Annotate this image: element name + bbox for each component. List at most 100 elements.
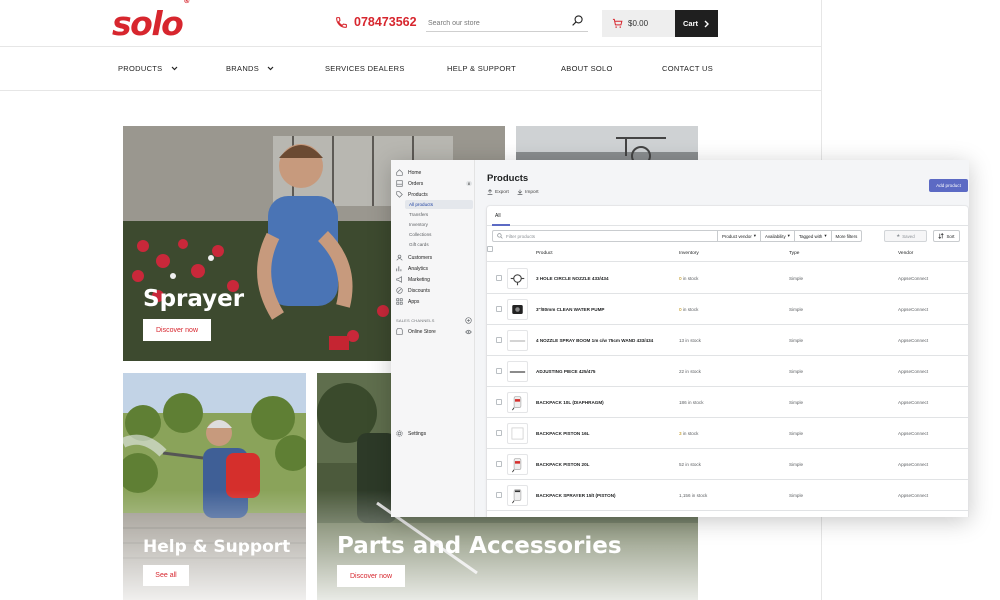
add-channel-icon[interactable] — [465, 317, 472, 324]
table-row[interactable]: 3"/80mm CLEAN WATER PUMP 0 in stock Simp… — [487, 294, 968, 325]
row-checkbox[interactable] — [496, 492, 502, 498]
table-row[interactable]: BACKPACK PISTON 20L 52 in stock Simple A… — [487, 449, 968, 480]
solo-logo[interactable]: solo® — [112, 0, 190, 43]
filter-availability[interactable]: Availability ▾ — [761, 230, 795, 242]
cart-icon — [612, 18, 623, 28]
sprayer-title: Sprayer — [143, 286, 245, 312]
sidebar-item-apps[interactable]: Apps — [396, 297, 472, 306]
product-name[interactable]: BACKPACK PISTON 20L — [536, 462, 589, 467]
search-input[interactable] — [426, 14, 556, 33]
product-name[interactable]: 4 NOZZLE SPRAY BOOM 1m c/w 75cm WAND 433… — [536, 338, 653, 343]
phone-number[interactable]: 078473562 — [354, 15, 417, 29]
nav-products[interactable]: PRODUCTS — [118, 64, 178, 73]
sidebar-subitem-all-products[interactable]: All products — [405, 200, 473, 209]
row-checkbox[interactable] — [496, 368, 502, 374]
export-button[interactable]: Export — [487, 189, 509, 195]
eye-icon[interactable] — [465, 329, 472, 335]
search-icon[interactable] — [571, 14, 584, 27]
backpack-sprayer-image — [512, 396, 522, 411]
inventory-suffix: in stock — [686, 400, 704, 405]
row-checkbox[interactable] — [496, 306, 502, 312]
phone-contact[interactable]: 078473562 — [335, 15, 417, 29]
table-row[interactable]: 4 NOZZLE SPRAY BOOM 1m c/w 75cm WAND 433… — [487, 325, 968, 356]
add-product-button[interactable]: Add product — [929, 179, 968, 192]
cart-total-amount: $0.00 — [628, 19, 649, 28]
placeholder-image — [511, 427, 524, 440]
sidebar-item-orders[interactable]: Orders 8 — [396, 179, 472, 188]
spray-boom-image — [509, 340, 526, 341]
sort-button[interactable]: Sort — [933, 230, 960, 242]
sprayer-discover-button[interactable]: Discover now — [143, 319, 211, 341]
nav-help-support[interactable]: HELP & SUPPORT — [447, 64, 516, 73]
orders-count-badge: 8 — [465, 181, 472, 186]
sidebar-subitem-inventory[interactable]: Inventory — [409, 220, 472, 229]
sidebar-item-home[interactable]: Home — [396, 168, 472, 177]
product-thumbnail — [507, 392, 528, 413]
sidebar-subitem-gift-cards[interactable]: Gift cards — [409, 240, 472, 249]
import-button[interactable]: Import — [517, 189, 539, 195]
caret-down-icon: ▾ — [824, 233, 827, 238]
sidebar-item-label: Products — [408, 191, 428, 198]
nav-about-solo-label: ABOUT SOLO — [561, 64, 613, 73]
select-all-checkbox[interactable] — [487, 246, 493, 252]
product-name[interactable]: BACKPACK SPRAYER 15lt (PISTON) — [536, 493, 616, 498]
help-support-tile[interactable]: Help & Support See all — [123, 373, 306, 600]
sidebar-item-marketing[interactable]: Marketing — [396, 275, 472, 284]
nav-services-dealers[interactable]: SERVICES DEALERS — [325, 64, 405, 73]
table-row[interactable]: BACKPACK 10L (DIAPHRAGM) 186 in stock Si… — [487, 387, 968, 418]
filter-product-vendor[interactable]: Product vendor ▾ — [718, 230, 761, 242]
sidebar-item-analytics[interactable]: Analytics — [396, 264, 472, 273]
nav-contact-us-label: CONTACT US — [662, 64, 714, 73]
row-checkbox[interactable] — [496, 275, 502, 281]
parts-discover-button[interactable]: Discover now — [337, 565, 405, 587]
sidebar-item-label: Marketing — [408, 276, 430, 283]
help-see-all-button[interactable]: See all — [143, 565, 189, 586]
product-name[interactable]: BACKPACK 10L (DIAPHRAGM) — [536, 400, 604, 405]
caret-down-icon: ▾ — [787, 233, 790, 238]
sidebar-subitem-transfers[interactable]: Transfers — [409, 210, 472, 219]
sidebar-item-settings[interactable]: Settings — [396, 429, 472, 438]
nav-brands[interactable]: BRANDS — [226, 64, 274, 73]
backpack-sprayer-image — [512, 458, 522, 473]
saved-button[interactable]: ★ Saved — [884, 230, 927, 242]
product-thumbnail — [507, 268, 528, 289]
sidebar-item-online-store[interactable]: Online Store — [396, 327, 472, 336]
row-checkbox[interactable] — [496, 337, 502, 343]
nav-contact-us[interactable]: CONTACT US — [662, 64, 713, 73]
filter-placeholder: Filter products — [506, 233, 536, 239]
backpack-sprayer-image — [512, 489, 522, 504]
product-type: Simple — [789, 369, 804, 374]
table-row[interactable]: BACKPACK SPRAYER 15lt (PISTON) 1,156 in … — [487, 480, 968, 511]
filter-tagged-with[interactable]: Tagged with ▾ — [794, 230, 832, 242]
chevron-down-icon — [267, 66, 274, 71]
sales-channels-label: SALES CHANNELS — [396, 318, 435, 323]
table-row[interactable]: ADJUSTING PIECE 425/475 22 in stock Simp… — [487, 356, 968, 387]
product-vendor: AppseConnect — [898, 431, 929, 436]
row-checkbox[interactable] — [496, 399, 502, 405]
sidebar-item-products[interactable]: Products — [396, 190, 472, 199]
product-name[interactable]: ADJUSTING PIECE 425/475 — [536, 369, 596, 374]
product-name[interactable]: BACKPACK PISTON 16L — [536, 431, 589, 436]
sidebar-item-customers[interactable]: Customers — [396, 253, 472, 262]
filter-more-filters[interactable]: More filters — [831, 230, 863, 242]
sidebar-subitem-collections[interactable]: Collections — [409, 230, 472, 239]
row-checkbox[interactable] — [496, 430, 502, 436]
row-checkbox[interactable] — [496, 461, 502, 467]
main-navigation: PRODUCTS BRANDS SERVICES DEALERS HELP & … — [0, 46, 821, 91]
inventory-count: 1,156 — [679, 493, 691, 498]
product-name[interactable]: 3"/80mm CLEAN WATER PUMP — [536, 307, 604, 312]
product-name[interactable]: 3 HOLE CIRCLE NOZZLE 433/434 — [536, 276, 609, 281]
cart-button[interactable]: Cart — [675, 10, 718, 37]
discount-icon — [396, 287, 403, 294]
filter-products-input[interactable]: Filter products — [492, 230, 718, 242]
table-row[interactable]: BACKPACK PISTON 16L 3 in stock Simple Ap… — [487, 418, 968, 449]
table-row[interactable]: 3 HOLE CIRCLE NOZZLE 433/434 0 in stock … — [487, 263, 968, 294]
tab-all[interactable]: All — [495, 213, 501, 224]
product-thumbnail — [507, 485, 528, 506]
sidebar-item-discounts[interactable]: Discounts — [396, 286, 472, 295]
sidebar-item-label: Online Store — [408, 328, 436, 335]
nozzle-image — [510, 274, 525, 286]
nav-about-solo[interactable]: ABOUT SOLO — [561, 64, 613, 73]
product-type: Simple — [789, 276, 804, 281]
cart-total[interactable]: $0.00 — [602, 10, 675, 37]
